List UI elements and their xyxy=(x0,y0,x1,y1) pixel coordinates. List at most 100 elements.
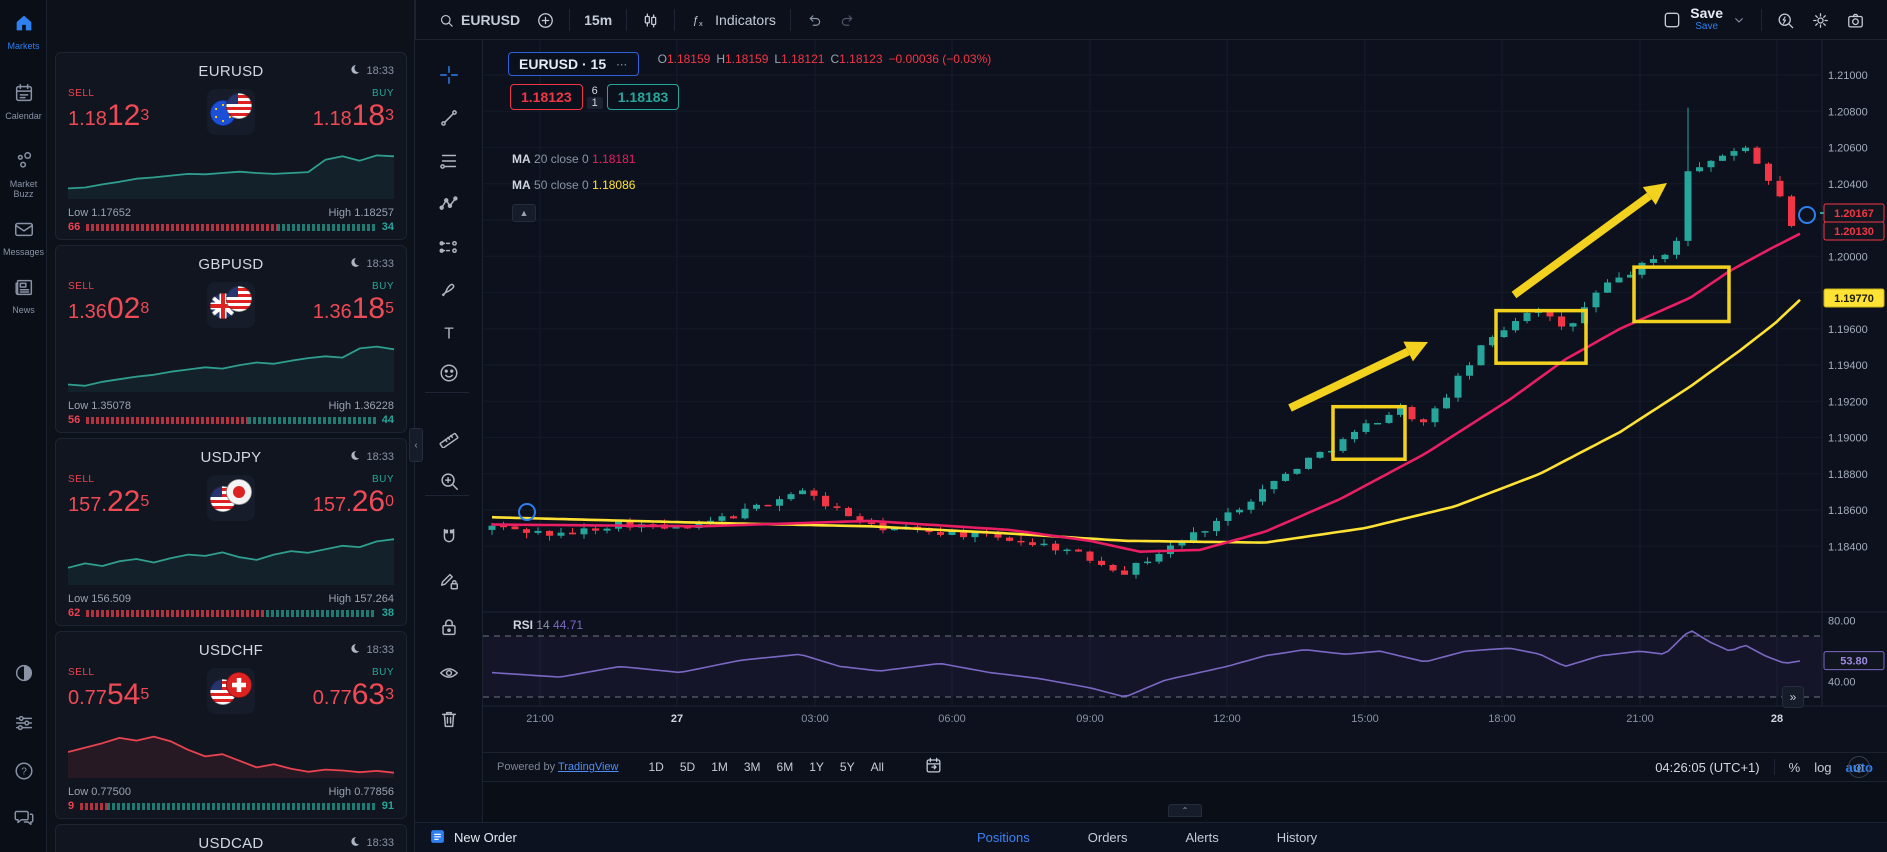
buy-button[interactable]: 1.18183 xyxy=(606,84,680,110)
session-time: 18:33 xyxy=(366,451,394,463)
legend-symbol-box[interactable]: EURUSD · 15 ⋯ xyxy=(508,52,640,76)
range-5d-button[interactable]: 5D xyxy=(672,757,703,777)
range-1y-button[interactable]: 1Y xyxy=(801,757,832,777)
calendar-go-icon[interactable] xyxy=(916,753,951,781)
tool-ruler-icon[interactable] xyxy=(432,420,466,454)
sell-price[interactable]: 1.18123 xyxy=(68,101,149,134)
sidebar-item-calendar[interactable]: Calendar xyxy=(0,82,47,121)
quick-search-icon[interactable] xyxy=(1768,7,1803,34)
day-high: High 157.264 xyxy=(328,593,394,605)
range-6m-button[interactable]: 6M xyxy=(769,757,802,777)
pair-flags xyxy=(207,475,255,521)
chart-style-button[interactable] xyxy=(633,7,668,34)
sell-button[interactable]: 1.18123 xyxy=(510,84,583,110)
tool-trash-icon[interactable] xyxy=(432,702,466,736)
tool-lock-icon[interactable] xyxy=(432,610,466,644)
tradingview-link[interactable]: TradingView xyxy=(558,761,619,773)
sell-price[interactable]: 157.225 xyxy=(68,487,149,520)
layout-button[interactable] xyxy=(1654,6,1690,34)
moon-icon xyxy=(348,256,361,272)
sidebar-sliders-icon[interactable] xyxy=(0,712,47,734)
range-1d-button[interactable]: 1D xyxy=(641,757,672,777)
session-time: 18:33 xyxy=(366,644,394,656)
bottom-panel-collapse[interactable]: ⌃ xyxy=(1168,804,1202,817)
tool-text-icon[interactable]: T xyxy=(432,316,466,350)
buy-price[interactable]: 1.18183 xyxy=(313,101,394,134)
new-order-button[interactable]: New Order xyxy=(429,828,517,848)
tool-fib-icon[interactable] xyxy=(432,144,466,178)
sidebar-chat-icon[interactable] xyxy=(0,806,47,828)
pair-flags xyxy=(207,282,255,328)
tool-pencil-lock-icon[interactable] xyxy=(432,564,466,598)
range-3m-button[interactable]: 3M xyxy=(736,757,769,777)
buy-price[interactable]: 1.36185 xyxy=(313,294,394,327)
tab-alerts[interactable]: Alerts xyxy=(1183,826,1220,849)
legend-more-icon[interactable]: ⋯ xyxy=(616,58,628,71)
ma20-value: 1.18181 xyxy=(592,152,636,166)
sparkline xyxy=(67,533,395,590)
log-scale-button[interactable]: log xyxy=(1814,760,1831,775)
sidebar-contrast-icon[interactable] xyxy=(0,662,47,684)
sidebar-item-messages[interactable]: Messages xyxy=(0,218,47,257)
sell-price[interactable]: 1.36028 xyxy=(68,294,149,327)
symbol-search-button[interactable]: EURUSD xyxy=(430,8,528,33)
percent-scale-button[interactable]: % xyxy=(1789,760,1801,775)
tool-forecast-icon[interactable] xyxy=(432,230,466,264)
sell-price[interactable]: 0.77545 xyxy=(68,680,149,713)
tool-eye-icon[interactable] xyxy=(432,656,466,690)
go-to-realtime-button[interactable]: ◎ xyxy=(1848,756,1870,778)
sidebar-item-markets[interactable]: Markets xyxy=(0,12,47,51)
spread-bottom: 1 xyxy=(586,97,603,109)
tool-smiley-icon[interactable] xyxy=(432,356,466,390)
legend-collapse-button[interactable]: ▲ xyxy=(512,204,536,222)
scroll-right-button[interactable]: » xyxy=(1782,686,1804,708)
buy-price[interactable]: 157.260 xyxy=(313,487,394,520)
session-time: 18:33 xyxy=(366,65,394,77)
range-all-button[interactable]: All xyxy=(863,757,892,777)
gear-icon[interactable] xyxy=(1803,7,1838,34)
watchlist-card-gbpusd[interactable]: GBPUSD 18:33 SELL 1.36028 BUY 1.36185 Low 1.35… xyxy=(55,245,407,433)
tool-magnet-icon[interactable] xyxy=(432,520,466,554)
save-menu-chevron[interactable] xyxy=(1723,8,1755,32)
svg-text:06:00: 06:00 xyxy=(938,713,966,725)
sidebar-help-icon[interactable]: ? xyxy=(0,760,47,782)
svg-text:1.18800: 1.18800 xyxy=(1828,469,1868,481)
tool-trendline-icon[interactable] xyxy=(432,101,466,135)
watchlist-card-usdjpy[interactable]: USDJPY 18:33 SELL 157.225 BUY 157.260 Low 156.… xyxy=(55,438,407,626)
interval-button[interactable]: 15m xyxy=(576,8,620,32)
timeframe-group: 1D 5D 1M 3M 6M 1Y 5Y All xyxy=(641,758,892,776)
sidebar-item-news[interactable]: News xyxy=(0,276,47,315)
compare-add-button[interactable] xyxy=(528,7,563,34)
tool-zoom-in-icon[interactable] xyxy=(432,464,466,498)
redo-button[interactable] xyxy=(831,7,865,33)
tool-crosshair-icon[interactable] xyxy=(432,58,466,92)
news-icon xyxy=(13,276,35,303)
tool-pattern-icon[interactable] xyxy=(432,187,466,221)
buy-price[interactable]: 0.77633 xyxy=(313,680,394,713)
svg-text:27: 27 xyxy=(671,713,683,725)
watchlist-collapse-handle[interactable]: ‹ xyxy=(409,428,423,462)
camera-icon[interactable] xyxy=(1838,7,1873,34)
range-5y-button[interactable]: 5Y xyxy=(832,757,863,777)
indicators-button[interactable]: ƒ x Indicators xyxy=(681,6,784,34)
range-1m-button[interactable]: 1M xyxy=(703,757,736,777)
watchlist-card-usdchf[interactable]: USDCHF 18:33 SELL 0.77545 BUY 0.77633 Low 0.77… xyxy=(55,631,407,819)
watchlist-card-usdcad[interactable]: USDCAD 18:33 xyxy=(55,824,407,852)
spread-indicator: 6 1 xyxy=(586,85,603,109)
moon-icon xyxy=(348,63,361,79)
sidebar-item-market-buzz[interactable]: Market Buzz xyxy=(0,150,47,199)
price-chart[interactable]: 1.21000 1.20800 1.20600 1.20400 1.20000 1.196… xyxy=(483,40,1887,752)
svg-text:21:00: 21:00 xyxy=(1626,713,1654,725)
undo-button[interactable] xyxy=(797,7,831,33)
tab-orders[interactable]: Orders xyxy=(1086,826,1130,849)
tab-history[interactable]: History xyxy=(1275,826,1319,849)
flag-jp-icon xyxy=(225,478,253,510)
moon-icon xyxy=(348,449,361,465)
sentiment-bar: 56 44 xyxy=(68,414,394,426)
svg-text:1.21000: 1.21000 xyxy=(1828,70,1868,82)
tool-brush-icon[interactable] xyxy=(432,273,466,307)
svg-text:?: ? xyxy=(21,767,27,778)
save-button[interactable]: Save Save xyxy=(1690,6,1723,33)
tab-positions[interactable]: Positions xyxy=(975,826,1032,849)
watchlist-card-eurusd[interactable]: EURUSD 18:33 SELL 1.18123 BUY 1.18183 Low 1.17… xyxy=(55,52,407,240)
